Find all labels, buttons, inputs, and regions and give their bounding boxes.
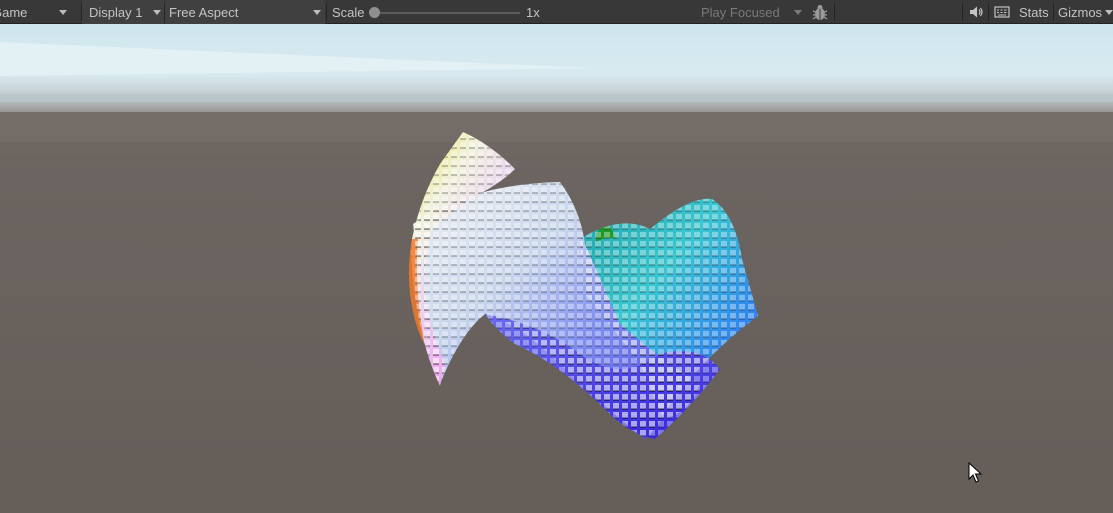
scale-slider[interactable] [378,12,520,14]
gizmos-label: Gizmos [1058,5,1103,20]
chevron-down-icon [1105,10,1113,15]
play-mode-label: Play Focused [701,5,780,20]
chevron-down-icon [794,10,802,15]
game-view-toolbar: Game Display 1 Free Aspect Scale 1x Play… [0,0,1113,24]
bug-icon[interactable] [811,0,829,24]
scale-slider-handle[interactable] [369,7,380,18]
stats-button[interactable]: Stats [1019,0,1049,24]
divider [834,3,835,21]
divider [988,3,989,21]
game-tab[interactable]: Game [0,0,74,24]
keyboard-icon[interactable] [994,0,1010,24]
scene-render [0,24,1113,513]
scale-value: 1x [526,5,540,20]
gizmos-dropdown[interactable]: Gizmos [1058,0,1113,24]
divider [1053,3,1054,21]
aspect-label: Free Aspect [169,5,239,20]
aspect-dropdown[interactable]: Free Aspect [165,0,325,24]
scale-label: Scale [332,5,365,20]
chevron-down-icon [59,10,67,15]
chevron-down-icon [153,10,161,15]
game-tab-label: Game [0,5,28,20]
chevron-down-icon [313,10,321,15]
play-mode-dropdown[interactable]: Play Focused [701,0,807,24]
game-viewport[interactable] [0,24,1113,513]
divider [326,3,327,21]
divider [962,3,963,21]
display-label: Display 1 [89,5,143,20]
speaker-icon[interactable] [968,0,984,24]
display-dropdown[interactable]: Display 1 [82,0,164,24]
mouse-cursor-icon [968,462,982,483]
